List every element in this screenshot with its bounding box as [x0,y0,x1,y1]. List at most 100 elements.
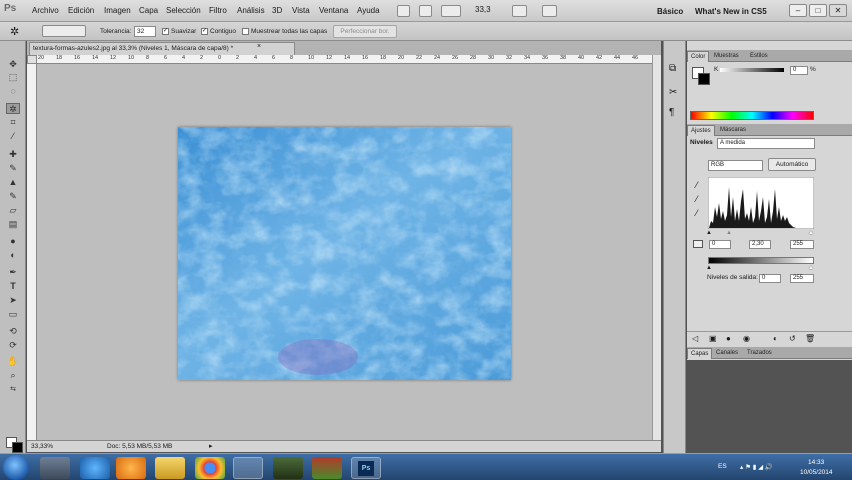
gray-point-eyedropper-icon[interactable]: ⁄ [696,194,698,204]
arrange-documents-icon[interactable] [512,5,527,17]
tab-layers[interactable]: Capas [687,348,713,359]
history-brush-tool-icon[interactable]: ✎ [6,191,20,202]
recording-app-icon[interactable] [233,457,263,479]
eraser-tool-icon[interactable]: ▱ [6,205,20,216]
launch-bridge-icon[interactable] [397,5,410,17]
lasso-tool-icon[interactable]: ◌ [6,86,20,97]
clone-stamp-tool-icon[interactable]: ▲ [6,177,20,188]
menu-imagen[interactable]: Imagen [104,6,131,15]
folder-icon[interactable] [155,457,185,479]
tab-paths[interactable]: Trazados [744,348,775,359]
channel-select[interactable]: RGB [708,160,763,171]
character-panel-icon[interactable]: ¶ [669,107,674,118]
minimize-button[interactable]: – [789,4,807,17]
view-extras-icon[interactable] [441,5,461,17]
path-selection-tool-icon[interactable]: ➤ [6,295,20,306]
healing-tool-icon[interactable]: ✚ [6,149,20,160]
menu-ayuda[interactable]: Ayuda [357,6,380,15]
start-button[interactable] [3,455,29,480]
input-slider-track[interactable]: ▲ ▲ ▲ [706,230,814,236]
tab-swatches[interactable]: Muestras [711,51,742,62]
menu-seleccion[interactable]: Selección [166,6,201,15]
magic-wand-tool-icon[interactable]: ✲ [6,103,20,114]
input-white-value[interactable]: 255 [790,240,814,249]
chrome-icon[interactable] [195,457,225,479]
reset-icon[interactable]: ↺ [789,334,796,343]
menu-edicion[interactable]: Edición [68,6,94,15]
menu-archivo[interactable]: Archivo [32,6,59,15]
marquee-tool-icon[interactable]: ⬚ [6,72,20,83]
shape-tool-icon[interactable]: ▭ [6,309,20,320]
3d-rotate-tool-icon[interactable]: ⟲ [6,326,20,337]
input-gamma-value[interactable]: 2,30 [749,240,771,249]
menu-vista[interactable]: Vista [292,6,310,15]
color-bg-swatch[interactable] [698,73,710,85]
language-indicator[interactable]: ES [718,463,727,470]
menu-ventana[interactable]: Ventana [319,6,348,15]
delete-adjustment-icon[interactable]: 🗑 [805,334,815,343]
input-white-handle-icon[interactable]: ▲ [808,230,814,236]
close-tab-icon[interactable]: × [257,43,261,50]
file-explorer-icon[interactable] [40,457,70,479]
clip-to-layer-icon[interactable]: ● [726,334,731,343]
blur-tool-icon[interactable]: ● [6,236,20,247]
clipping-icon[interactable] [693,240,703,248]
sample-all-checkbox[interactable] [242,28,249,35]
maximize-button[interactable]: □ [809,4,827,17]
clock-time[interactable]: 14:33 [808,459,824,466]
return-to-list-icon[interactable]: ◁ [692,334,698,343]
refine-edge-button[interactable]: Perfeccionar bor. [333,25,397,38]
type-tool-icon[interactable]: T [6,281,20,292]
color-spectrum[interactable] [690,111,814,120]
zoom-level[interactable]: 33,3 [475,5,505,17]
photoshop-taskbar-icon[interactable]: Ps [351,457,381,479]
app-icon-1[interactable] [273,457,303,479]
screen-mode-icon[interactable] [542,5,557,17]
tolerance-input[interactable]: 32 [134,26,156,37]
brush-tool-icon[interactable]: ✎ [6,163,20,174]
black-point-eyedropper-icon[interactable]: ⁄ [696,180,698,190]
output-white-handle-icon[interactable]: ▲ [808,265,814,271]
output-white-value[interactable]: 255 [790,274,814,283]
output-slider-track[interactable]: ▲ ▲ [706,265,814,271]
zoom-status[interactable]: 33,33% [31,443,53,450]
tab-color[interactable]: Color [687,51,710,62]
visibility-icon[interactable]: ◉ [743,334,750,343]
clock-date[interactable]: 10/05/2014 [800,469,833,476]
mini-bridge-icon[interactable] [419,5,432,17]
pen-tool-icon[interactable]: ✒ [6,267,20,278]
close-button[interactable]: ✕ [829,4,847,17]
magic-wand-icon[interactable]: ✲ [10,25,19,38]
tab-adjustments[interactable]: Ajustes [687,125,715,136]
tray-icons[interactable]: ▴ ⚑ ▮ ◢ 🔊 [740,463,773,471]
k-value-input[interactable]: 0 [790,66,808,75]
document-image[interactable] [178,127,511,380]
canvas-area[interactable] [37,64,652,440]
k-slider[interactable] [720,68,784,72]
selection-mode-icons[interactable] [42,25,86,37]
menu-3d[interactable]: 3D [272,6,282,15]
previous-state-icon[interactable]: ◐ [773,334,778,343]
eyedropper-tool-icon[interactable]: ⁄ [6,131,20,142]
expanded-view-icon[interactable]: ▣ [709,334,717,343]
input-black-value[interactable]: 0 [709,240,731,249]
antialias-checkbox[interactable]: ✓ [162,28,169,35]
move-tool-icon[interactable]: ✥ [6,59,20,70]
crop-tool-icon[interactable]: ⌗ [6,117,20,128]
output-black-value[interactable]: 0 [759,274,781,283]
document-tab[interactable]: textura-formas-azules2.jpg al 33,3% (Niv… [29,42,295,55]
auto-button[interactable]: Automático [768,158,816,171]
tab-masks[interactable]: Máscaras [717,125,749,136]
contiguous-checkbox[interactable]: ✓ [201,28,208,35]
dodge-tool-icon[interactable]: ◐ [6,250,20,261]
input-gamma-handle-icon[interactable]: ▲ [726,230,732,236]
history-panel-icon[interactable]: ⧉ [669,63,676,74]
swap-colors-icon[interactable]: ⇆ [6,384,20,395]
background-color-swatch[interactable] [12,442,23,453]
menu-filtro[interactable]: Filtro [209,6,227,15]
app-icon-2[interactable] [312,457,342,479]
tab-channels[interactable]: Canales [713,348,741,359]
workspace-whats-new[interactable]: What's New in CS5 [695,7,767,16]
internet-explorer-icon[interactable] [80,457,110,479]
tab-styles[interactable]: Estilos [747,51,771,62]
